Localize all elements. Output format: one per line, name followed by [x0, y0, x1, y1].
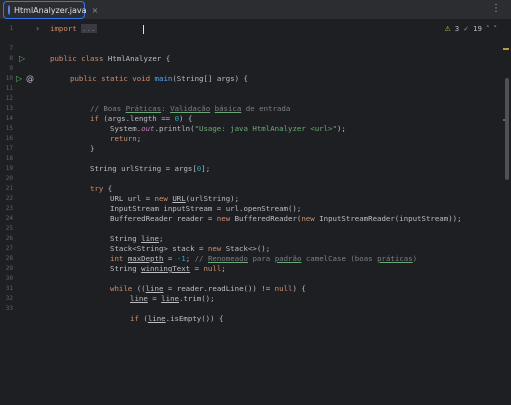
fold-expand-icon[interactable]: ›	[36, 24, 39, 33]
code-line-23: BufferedReader reader = new BufferedRead…	[110, 214, 462, 223]
line-number: 8	[9, 55, 13, 62]
line-number: 24	[5, 215, 13, 222]
text-cursor	[143, 25, 144, 34]
close-tab-icon[interactable]: ×	[92, 6, 99, 15]
vertical-scrollbar[interactable]	[505, 78, 509, 180]
code-line-14: System.out.println("Usage: java HtmlAnal…	[110, 124, 346, 133]
line-number: 20	[5, 175, 13, 182]
more-options-icon[interactable]: ⋮	[491, 3, 501, 14]
line-number: 9	[9, 65, 13, 72]
folded-imports[interactable]: ...	[81, 24, 97, 33]
line-number: 29	[5, 265, 13, 272]
line-number: 15	[5, 125, 13, 132]
line-number: 12	[5, 95, 13, 102]
code-line-31: line = line.trim();	[130, 294, 215, 303]
code-line-21: URL url = new URL(urlString);	[110, 194, 240, 203]
line-number: 17	[5, 145, 13, 152]
run-main-icon[interactable]: ▷	[16, 74, 22, 83]
code-line-30: while ((line = reader.readLine()) != nul…	[110, 284, 306, 293]
code-line-1: import ...	[50, 24, 97, 33]
line-number: 25	[5, 225, 13, 232]
line-number: 11	[5, 85, 13, 92]
code-line-16: }	[90, 144, 95, 153]
line-number: 32	[5, 295, 13, 302]
run-class-icon[interactable]: ▷	[19, 54, 25, 63]
code-editor[interactable]: › ▷ ▷ @ 1 7 8 9 10 11 12 13 14 15 16 17 18 19 20 21 22 23…	[0, 20, 511, 405]
gutter: › ▷ ▷ @ 1 7 8 9 10 11 12 13 14 15 16 17 18 19 20 21 22 23…	[0, 20, 44, 405]
line-number: 22	[5, 195, 13, 202]
code-line-8: public class HtmlAnalyzer {	[50, 54, 171, 63]
line-number: 18	[5, 155, 13, 162]
line-number: 28	[5, 255, 13, 262]
tab-html-analyzer[interactable]: HtmlAnalyzer.java ×	[3, 1, 98, 19]
line-number: 7	[9, 45, 13, 52]
line-number: 19	[5, 165, 13, 172]
line-number: 33	[5, 305, 13, 312]
line-number: 16	[5, 135, 13, 142]
code-line-13: if (args.length == 0) {	[90, 114, 193, 123]
line-number: 30	[5, 275, 13, 282]
line-number: 27	[5, 245, 13, 252]
line-number: 14	[5, 115, 13, 122]
line-number: 26	[5, 235, 13, 242]
line-number: 1	[9, 25, 13, 32]
code-line-10: public static void main(String[] args) {	[70, 74, 249, 83]
code-line-26: Stack<String> stack = new Stack<>();	[110, 244, 271, 253]
line-number: 13	[5, 105, 13, 112]
override-icon[interactable]: @	[26, 74, 34, 83]
line-number: 21	[5, 185, 13, 192]
code-area[interactable]: import ... public class HtmlAnalyzer { p…	[50, 20, 499, 405]
warning-stripe-marker[interactable]	[503, 48, 509, 50]
code-line-18: String urlString = args[0];	[90, 164, 211, 173]
code-line-12-comment: // Boas Práticas: Validação básica de en…	[90, 104, 291, 113]
code-line-25: String line;	[110, 234, 164, 243]
line-number: 23	[5, 205, 13, 212]
code-line-15: return;	[110, 134, 142, 143]
editor-tab-bar: HtmlAnalyzer.java × ⋮	[0, 0, 511, 20]
tab-label: HtmlAnalyzer.java	[14, 5, 87, 15]
code-line-22: InputStream inputStream = url.openStream…	[110, 204, 302, 213]
code-line-28: String winningText = null;	[110, 264, 226, 273]
line-number: 10	[5, 75, 13, 82]
line-number: 31	[5, 285, 13, 292]
java-class-icon	[8, 5, 10, 15]
code-line-20: try {	[90, 184, 113, 193]
code-line-27: int maxDepth = -1; // Renomeado para pad…	[110, 254, 418, 263]
code-line-33: if (line.isEmpty()) {	[130, 314, 224, 323]
